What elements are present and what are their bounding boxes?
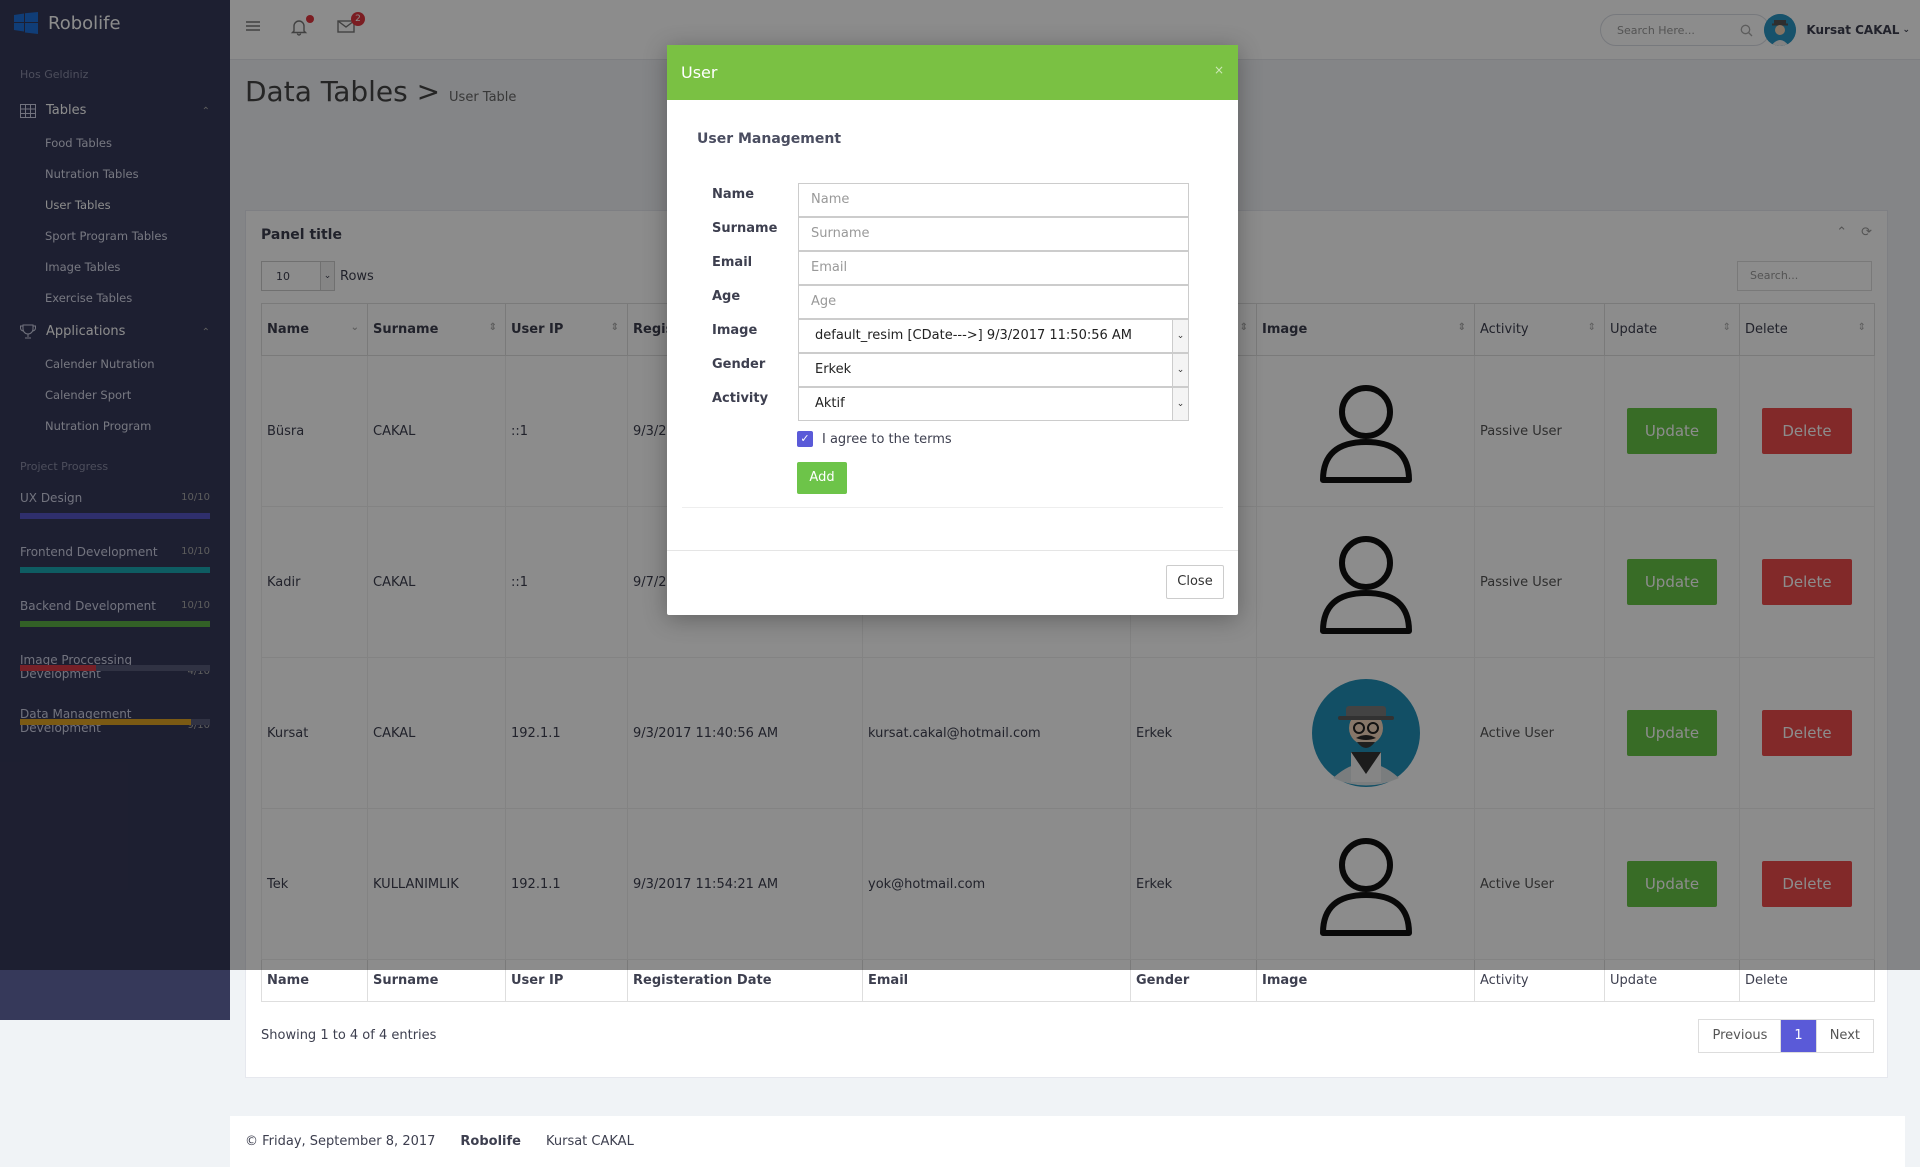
divider <box>667 550 1238 551</box>
image-label: Image <box>712 322 758 338</box>
footer: © Friday, September 8, 2017 Robolife Kur… <box>230 1116 1905 1167</box>
activity-select-value: Aktif <box>815 396 845 411</box>
terms-label: I agree to the terms <box>822 431 952 447</box>
gender-label: Gender <box>712 356 766 372</box>
add-button[interactable]: Add <box>797 462 847 494</box>
pagination: Previous 1 Next <box>1698 1019 1874 1053</box>
image-row: Image default_resim [CDate--->] 9/3/2017… <box>712 319 1189 353</box>
close-button[interactable]: Close <box>1166 565 1224 599</box>
surname-input[interactable]: Surname <box>798 217 1189 251</box>
name-row: Name Name <box>712 183 1189 217</box>
footer-brand: Robolife <box>460 1134 521 1149</box>
chevron-down-icon: ⌄ <box>1172 354 1188 386</box>
page-1-button[interactable]: 1 <box>1781 1020 1817 1052</box>
footer-date: © Friday, September 8, 2017 <box>245 1134 436 1149</box>
close-icon[interactable]: × <box>1214 63 1224 77</box>
activity-label: Activity <box>712 390 769 406</box>
modal-header: User × <box>667 45 1238 100</box>
footer-author: Kursat CAKAL <box>545 1134 634 1149</box>
name-input[interactable]: Name <box>798 183 1189 217</box>
entries-info: Showing 1 to 4 of 4 entries <box>261 1028 437 1043</box>
surname-label: Surname <box>712 220 778 236</box>
terms-checkbox-row[interactable]: ✓ I agree to the terms <box>797 431 952 447</box>
modal-subtitle: User Management <box>697 131 842 147</box>
age-row: Age Age <box>712 285 1189 319</box>
checkbox-checked-icon[interactable]: ✓ <box>797 431 813 447</box>
name-label: Name <box>712 186 755 202</box>
gender-row: Gender Erkek ⌄ <box>712 353 1189 387</box>
next-page-button[interactable]: Next <box>1817 1020 1873 1052</box>
user-modal: User × User Management Name Name Surname… <box>667 45 1238 615</box>
image-select-value: default_resim [CDate--->] 9/3/2017 11:50… <box>815 328 1133 343</box>
gender-select-value: Erkek <box>815 362 852 377</box>
surname-row: Surname Surname <box>712 217 1189 251</box>
age-label: Age <box>712 288 741 304</box>
chevron-down-icon: ⌄ <box>1172 320 1188 352</box>
modal-title: User <box>681 63 718 82</box>
image-select[interactable]: default_resim [CDate--->] 9/3/2017 11:50… <box>798 319 1189 353</box>
email-input[interactable]: Email <box>798 251 1189 285</box>
email-row: Email Email <box>712 251 1189 285</box>
prev-page-button[interactable]: Previous <box>1699 1020 1782 1052</box>
divider <box>682 507 1223 508</box>
activity-select[interactable]: Aktif ⌄ <box>798 387 1189 421</box>
email-label: Email <box>712 254 753 270</box>
chevron-down-icon: ⌄ <box>1172 388 1188 420</box>
activity-row: Activity Aktif ⌄ <box>712 387 1189 421</box>
age-input[interactable]: Age <box>798 285 1189 319</box>
gender-select[interactable]: Erkek ⌄ <box>798 353 1189 387</box>
